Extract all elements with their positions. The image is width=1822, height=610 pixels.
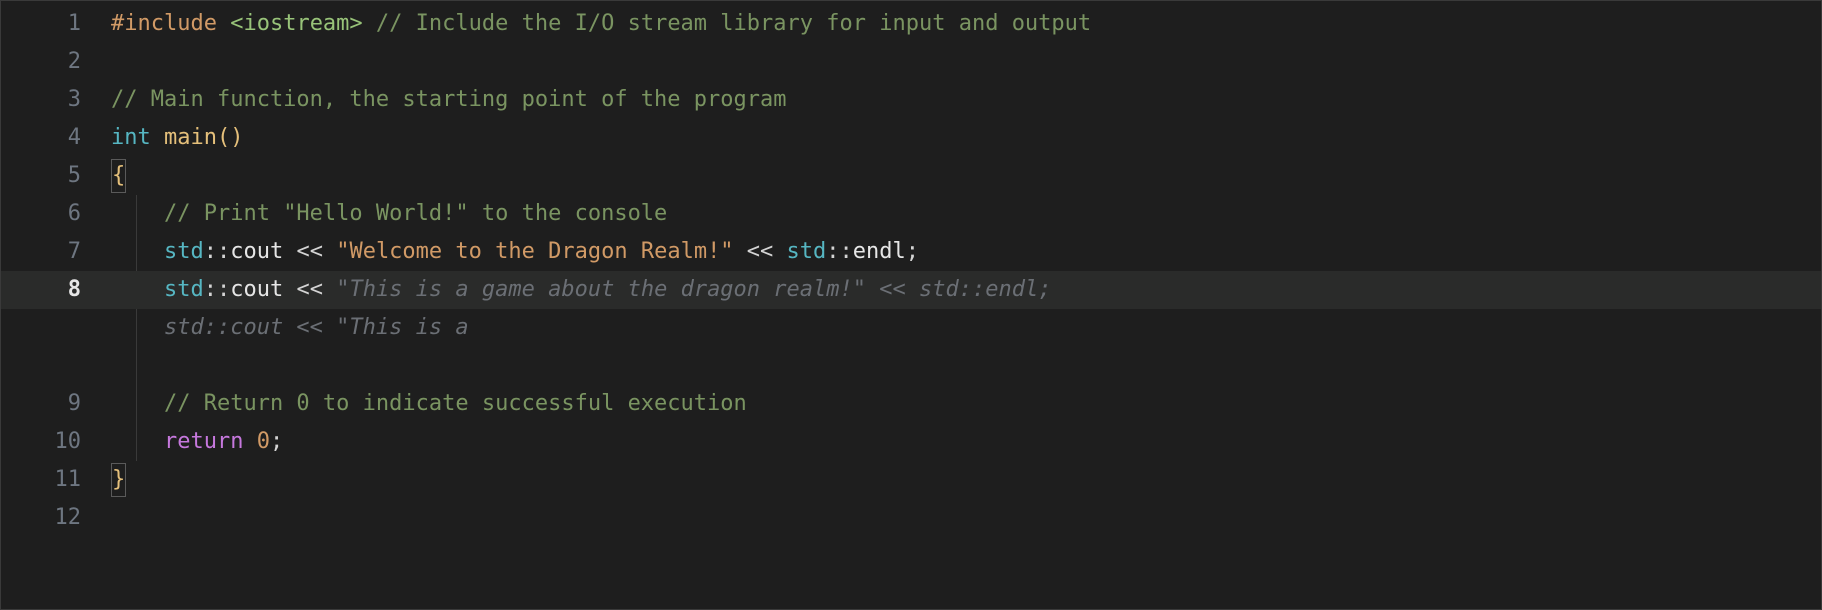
string-literal: "Welcome to the Dragon Realm!" (336, 239, 733, 264)
code-line[interactable]: { (111, 157, 1821, 195)
line-number: 12 (1, 499, 81, 537)
identifier: cout (230, 239, 283, 264)
code-area[interactable]: #include <iostream> // Include the I/O s… (111, 5, 1821, 609)
number-literal: 0 (257, 429, 270, 454)
identifier: endl (853, 239, 906, 264)
semicolon: ; (270, 429, 283, 454)
comment: // Return 0 to indicate successful execu… (164, 391, 747, 416)
line-number: 9 (1, 385, 81, 423)
function-name: main (164, 125, 217, 150)
close-brace: } (111, 463, 126, 497)
inline-suggestion-continuation: std::cout << "This is a (164, 315, 469, 340)
code-line[interactable]: std::cout << "Welcome to the Dragon Real… (111, 233, 1821, 271)
scope-operator: :: (826, 239, 853, 264)
line-number: 3 (1, 81, 81, 119)
line-number-wrap-spacer (1, 309, 81, 385)
line-number-active: 8 (1, 271, 81, 309)
operator: << (734, 239, 787, 264)
comment: // Print "Hello World!" to the console (164, 201, 667, 226)
scope-operator: :: (204, 239, 231, 264)
line-number-gutter: 1 2 3 4 5 6 7 8 9 10 11 12 (1, 5, 111, 609)
code-line[interactable]: // Print "Hello World!" to the console (111, 195, 1821, 233)
code-line-empty[interactable] (111, 347, 1821, 385)
include-target: <iostream> (230, 11, 362, 36)
line-number: 1 (1, 5, 81, 43)
code-line-empty[interactable] (111, 43, 1821, 81)
type-keyword: int (111, 125, 151, 150)
comment: // Include the I/O stream library for in… (376, 11, 1091, 36)
code-line[interactable]: } (111, 461, 1821, 499)
line-number: 4 (1, 119, 81, 157)
identifier: cout (230, 277, 283, 302)
code-line[interactable]: int main() (111, 119, 1821, 157)
scope-operator: :: (204, 277, 231, 302)
preprocessor-directive: #include (111, 11, 217, 36)
line-number: 10 (1, 423, 81, 461)
open-brace: { (111, 159, 126, 193)
parentheses: () (217, 125, 244, 150)
line-number: 6 (1, 195, 81, 233)
line-number: 5 (1, 157, 81, 195)
line-number: 2 (1, 43, 81, 81)
namespace: std (164, 239, 204, 264)
code-line-active[interactable]: std::cout << "This is a game about the d… (111, 271, 1821, 309)
comment: // Main function, the starting point of … (111, 87, 787, 112)
inline-suggestion[interactable]: "This is a game about the dragon realm!"… (336, 277, 1051, 302)
code-line[interactable]: return 0; (111, 423, 1821, 461)
operator: << (283, 239, 336, 264)
namespace: std (164, 277, 204, 302)
inline-suggestion-wrap[interactable]: std::cout << "This is a (111, 309, 1821, 347)
code-line[interactable]: #include <iostream> // Include the I/O s… (111, 5, 1821, 43)
code-editor[interactable]: 1 2 3 4 5 6 7 8 9 10 11 12 #include <ios… (1, 1, 1821, 609)
semicolon: ; (906, 239, 919, 264)
code-line[interactable]: // Main function, the starting point of … (111, 81, 1821, 119)
line-number: 11 (1, 461, 81, 499)
operator: << (283, 277, 336, 302)
keyword: return (164, 429, 243, 454)
code-line[interactable]: // Return 0 to indicate successful execu… (111, 385, 1821, 423)
line-number: 7 (1, 233, 81, 271)
namespace: std (787, 239, 827, 264)
